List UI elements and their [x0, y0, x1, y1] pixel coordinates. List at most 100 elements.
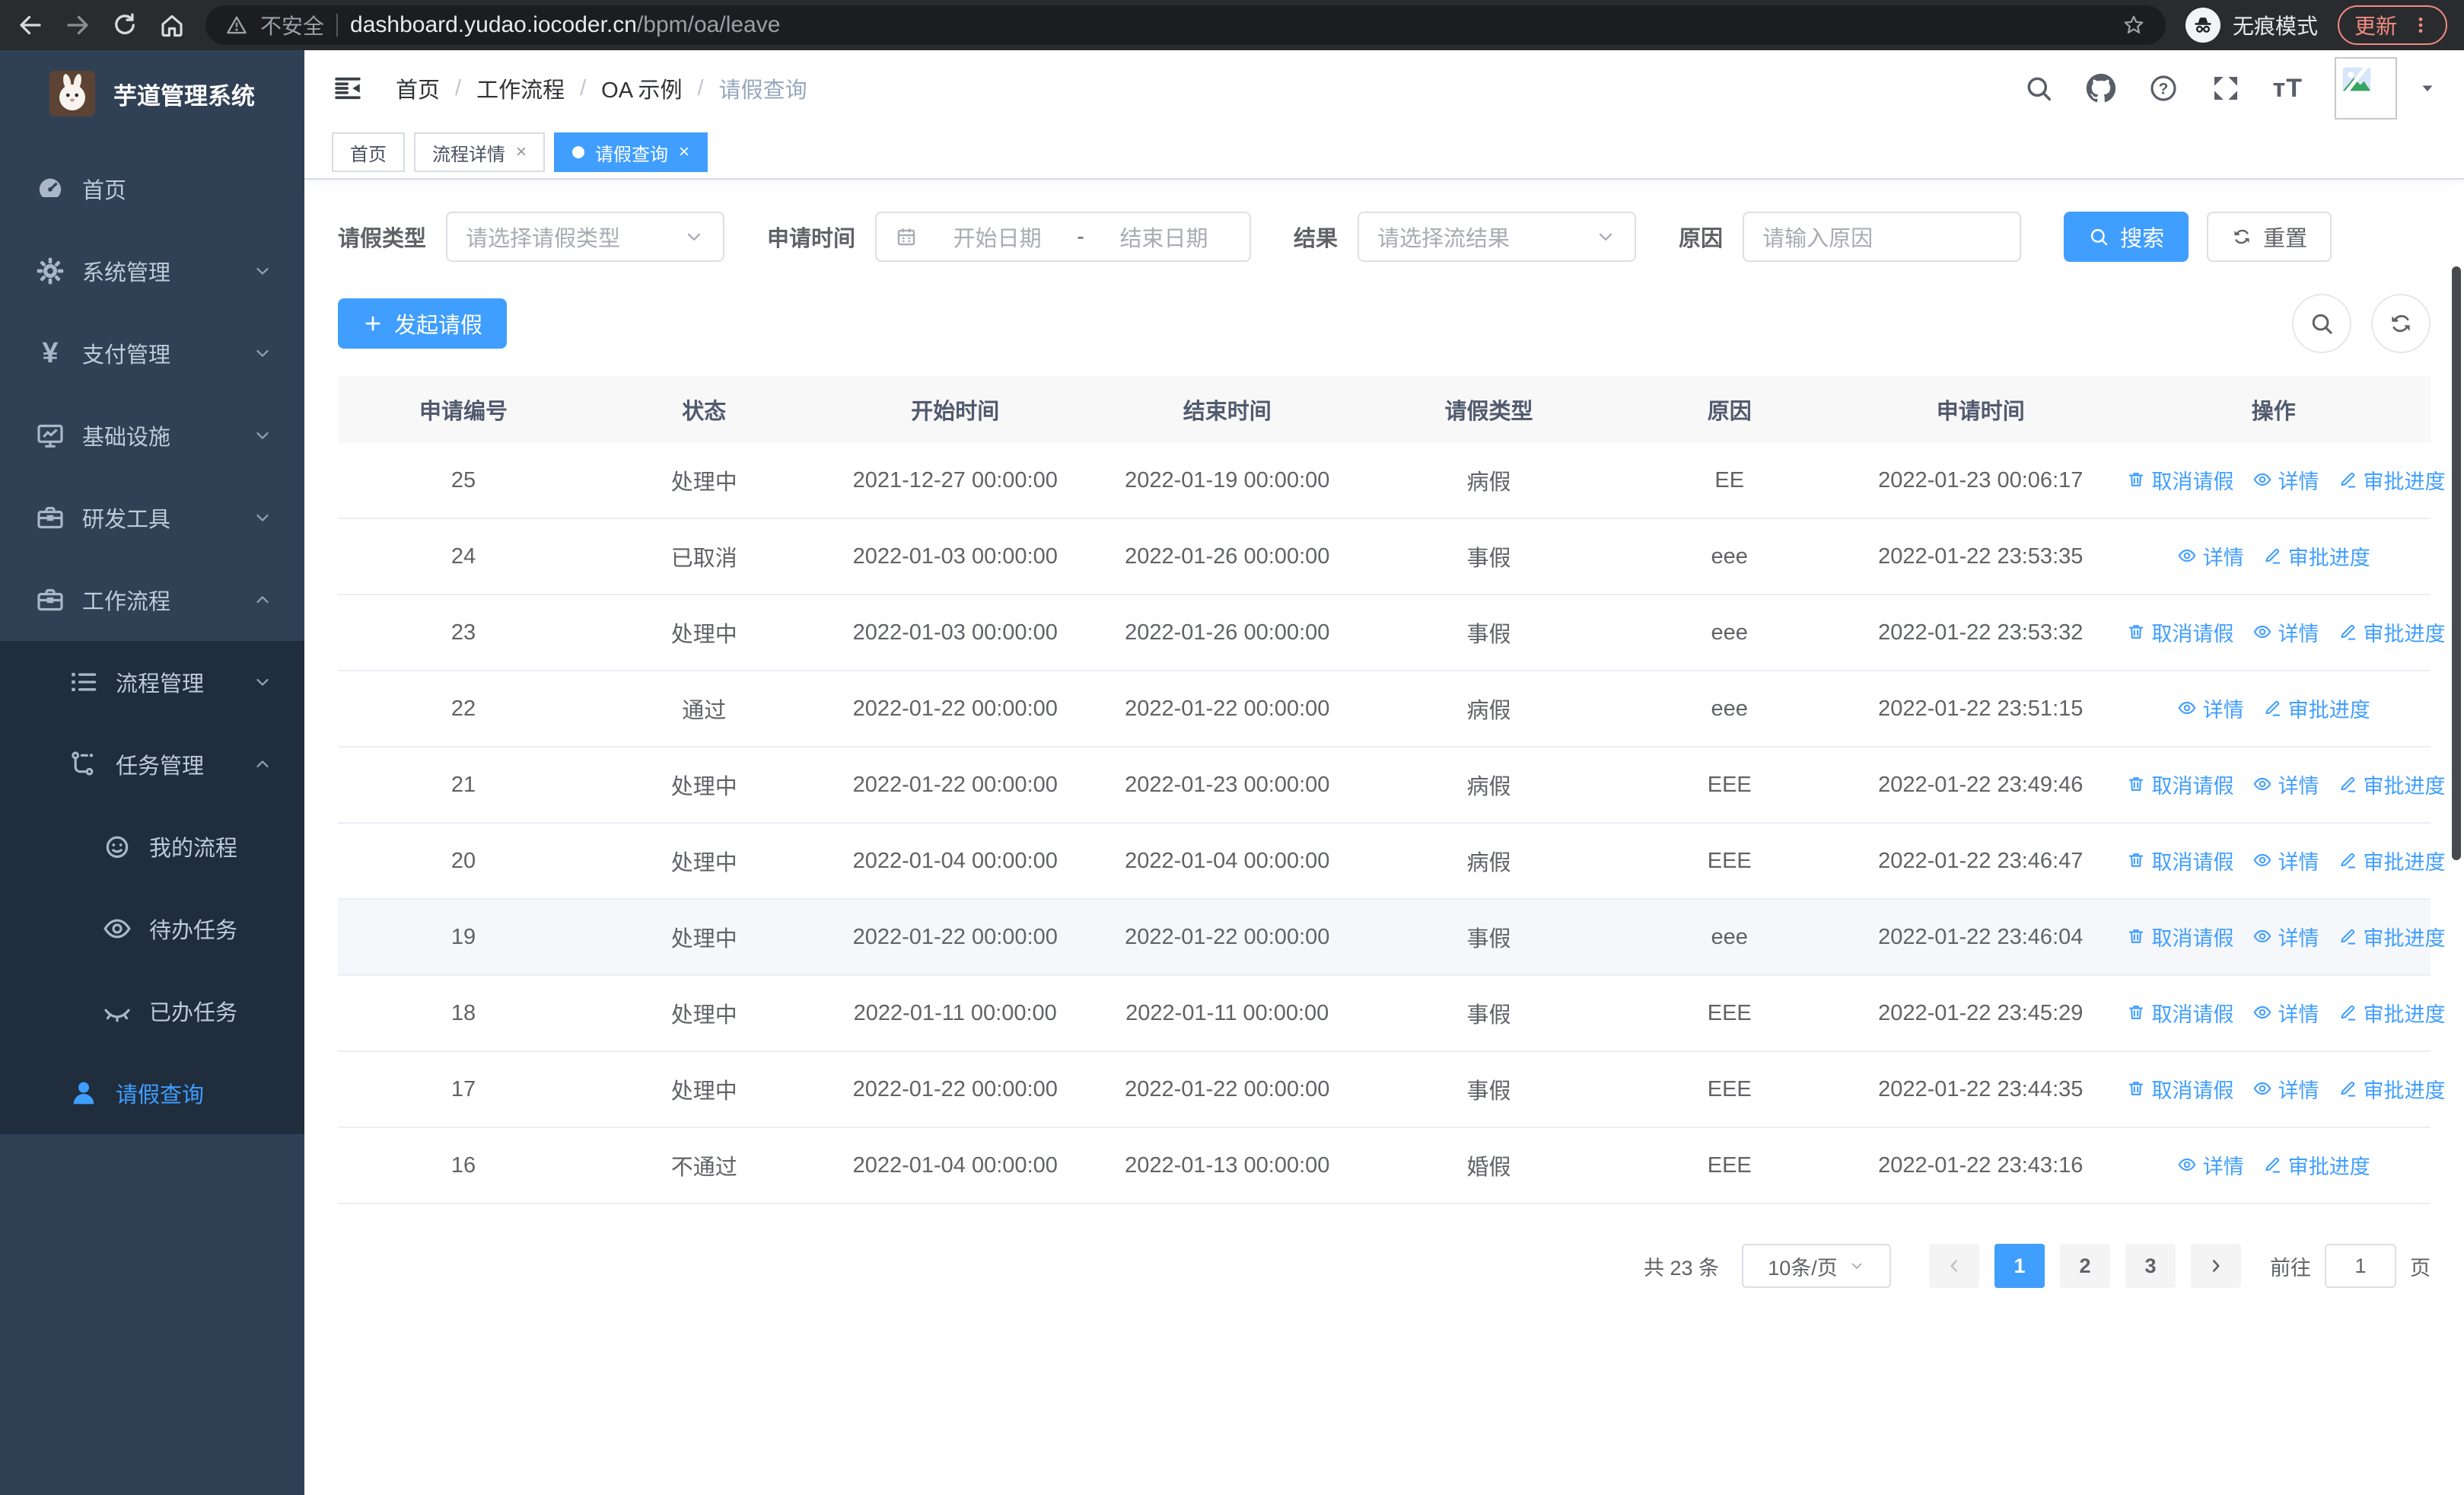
end-date-placeholder[interactable]: 结束日期	[1097, 221, 1231, 253]
date-range-input[interactable]: 开始日期 - 结束日期	[875, 212, 1252, 262]
table-row[interactable]: 19 处理中 2022-01-22 00:00:00 2022-01-22 00:00…	[338, 899, 2446, 976]
tab-0[interactable]: 首页	[332, 132, 405, 172]
page-scrollbar-thumb[interactable]	[2452, 266, 2461, 860]
close-icon[interactable]: ×	[516, 143, 527, 161]
goto-page-input[interactable]	[2325, 1244, 2396, 1288]
approval-progress-link[interactable]: 审批进度	[2338, 465, 2446, 495]
sidebar-item-8[interactable]: 我的流程	[0, 805, 304, 888]
home-icon[interactable]	[158, 11, 186, 39]
breadcrumb-item[interactable]: OA 示例	[601, 72, 682, 104]
kebab-menu-icon[interactable]	[2411, 15, 2431, 35]
detail-link[interactable]: 详情	[2252, 770, 2319, 799]
sidebar-item-9[interactable]: 待办任务	[0, 888, 304, 970]
start-date-placeholder[interactable]: 开始日期	[930, 221, 1065, 253]
fullscreen-icon[interactable]	[2211, 73, 2241, 104]
show-search-button[interactable]	[2292, 294, 2351, 353]
approval-progress-link[interactable]: 审批进度	[2262, 693, 2370, 723]
detail-link[interactable]: 详情	[2177, 693, 2244, 723]
cell-end: 2022-01-19 00:00:00	[1091, 443, 1364, 519]
detail-link[interactable]: 详情	[2177, 541, 2244, 571]
browser-update-button[interactable]: 更新	[2337, 5, 2447, 45]
sidebar-item-11[interactable]: 请假查询	[0, 1052, 304, 1134]
leave-type-select[interactable]: 请选择请假类型	[446, 212, 725, 262]
page-size-select[interactable]: 10条/页	[1742, 1244, 1891, 1288]
cancel-leave-link[interactable]: 取消请假	[2126, 617, 2234, 647]
sidebar-item-7[interactable]: 任务管理	[0, 723, 304, 805]
sidebar-item-0[interactable]: 首页	[0, 148, 304, 230]
breadcrumb-item[interactable]: 首页	[396, 72, 440, 104]
refresh-table-button[interactable]	[2371, 294, 2431, 353]
close-icon[interactable]: ×	[679, 143, 689, 161]
table-row[interactable]: 24 已取消 2022-01-03 00:00:00 2022-01-26 00:00…	[338, 518, 2431, 595]
cancel-leave-link[interactable]: 取消请假	[2126, 922, 2234, 952]
sidebar-item-1[interactable]: 系统管理	[0, 230, 304, 312]
detail-link[interactable]: 详情	[2252, 617, 2319, 647]
cancel-leave-link[interactable]: 取消请假	[2126, 770, 2234, 799]
result-select[interactable]: 请选择流结果	[1358, 212, 1637, 262]
table-row[interactable]: 20 处理中 2022-01-04 00:00:00 2022-01-04 00:00…	[338, 823, 2446, 900]
font-size-icon[interactable]: тT	[2273, 74, 2303, 104]
search-icon[interactable]	[2023, 73, 2054, 104]
cell-actions: 详情 审批进度	[2116, 1127, 2431, 1204]
detail-link[interactable]: 详情	[2252, 1074, 2319, 1104]
warning-icon	[225, 14, 248, 37]
table-row[interactable]: 23 处理中 2022-01-03 00:00:00 2022-01-26 00:00…	[338, 594, 2446, 671]
forward-icon[interactable]	[64, 11, 91, 39]
cancel-leave-link[interactable]: 取消请假	[2126, 1074, 2234, 1104]
page-button-1[interactable]: 1	[1994, 1244, 2045, 1288]
page-button-3[interactable]: 3	[2125, 1244, 2176, 1288]
table-row[interactable]: 21 处理中 2022-01-22 00:00:00 2022-01-23 00:00…	[338, 747, 2446, 824]
reason-input[interactable]: 请输入原因	[1743, 212, 2022, 262]
table-row[interactable]: 16 不通过 2022-01-04 00:00:00 2022-01-13 00:00…	[338, 1127, 2431, 1204]
collapse-sidebar-icon[interactable]	[332, 72, 364, 104]
cancel-leave-link[interactable]: 取消请假	[2126, 465, 2234, 495]
reset-button[interactable]: 重置	[2207, 212, 2332, 262]
table-row[interactable]: 18 处理中 2022-01-11 00:00:00 2022-01-11 00:00…	[338, 975, 2446, 1052]
address-bar[interactable]: 不安全 dashboard.yudao.iocoder.cn/bpm/oa/le…	[205, 5, 2166, 45]
back-icon[interactable]	[17, 11, 44, 39]
detail-link[interactable]: 详情	[2252, 846, 2319, 875]
next-page-button[interactable]	[2191, 1244, 2241, 1288]
tab-1[interactable]: 流程详情 ×	[414, 132, 546, 172]
cancel-leave-link[interactable]: 取消请假	[2126, 846, 2234, 875]
sidebar-item-4[interactable]: 研发工具	[0, 477, 304, 559]
detail-link[interactable]: 详情	[2252, 998, 2319, 1028]
approval-progress-link[interactable]: 审批进度	[2338, 770, 2446, 799]
approval-progress-link[interactable]: 审批进度	[2338, 998, 2446, 1028]
help-icon[interactable]: ?	[2148, 73, 2179, 104]
tab-2[interactable]: 请假查询 ×	[554, 132, 708, 172]
sidebar-item-5[interactable]: 工作流程	[0, 559, 304, 641]
sidebar-item-6[interactable]: 流程管理	[0, 641, 304, 723]
breadcrumb-item[interactable]: 工作流程	[476, 72, 565, 104]
range-separator: -	[1077, 224, 1084, 249]
approval-progress-label: 审批进度	[2287, 546, 2370, 569]
detail-link[interactable]: 详情	[2177, 1150, 2244, 1180]
approval-progress-link[interactable]: 审批进度	[2338, 922, 2446, 952]
table-row[interactable]: 25 处理中 2021-12-27 00:00:00 2022-01-19 00:00…	[338, 443, 2446, 519]
sidebar-logo-row[interactable]: 芋道管理系统	[0, 50, 304, 137]
sidebar-item-10[interactable]: 已办任务	[0, 970, 304, 1052]
avatar[interactable]	[2335, 57, 2397, 120]
reload-icon[interactable]	[111, 11, 138, 39]
avatar-caret-down-icon[interactable]	[2418, 79, 2437, 97]
page-button-2[interactable]: 2	[2060, 1244, 2110, 1288]
prev-page-button[interactable]	[1929, 1244, 1979, 1288]
github-icon[interactable]	[2086, 73, 2116, 104]
detail-link[interactable]: 详情	[2252, 465, 2319, 495]
approval-progress-link[interactable]: 审批进度	[2338, 617, 2446, 647]
sidebar-item-label: 任务管理	[116, 754, 205, 779]
cancel-leave-link[interactable]: 取消请假	[2126, 998, 2234, 1028]
approval-progress-link[interactable]: 审批进度	[2262, 1150, 2370, 1180]
table-row[interactable]: 22 通过 2022-01-22 00:00:00 2022-01-22 00:00:…	[338, 671, 2431, 748]
bookmark-star-icon[interactable]	[2122, 13, 2146, 37]
approval-progress-link[interactable]: 审批进度	[2338, 846, 2446, 875]
approval-progress-link[interactable]: 审批进度	[2338, 1074, 2446, 1104]
table-row[interactable]: 17 处理中 2022-01-22 00:00:00 2022-01-22 00:00…	[338, 1051, 2446, 1128]
search-button[interactable]: 搜索	[2064, 212, 2189, 262]
detail-link[interactable]: 详情	[2252, 922, 2319, 952]
sidebar-item-3[interactable]: 基础设施	[0, 394, 304, 477]
approval-progress-link[interactable]: 审批进度	[2262, 541, 2370, 571]
url-text[interactable]: dashboard.yudao.iocoder.cn/bpm/oa/leave	[350, 12, 780, 38]
sidebar-item-2[interactable]: ¥ 支付管理	[0, 312, 304, 394]
create-leave-button[interactable]: 发起请假	[338, 298, 508, 349]
